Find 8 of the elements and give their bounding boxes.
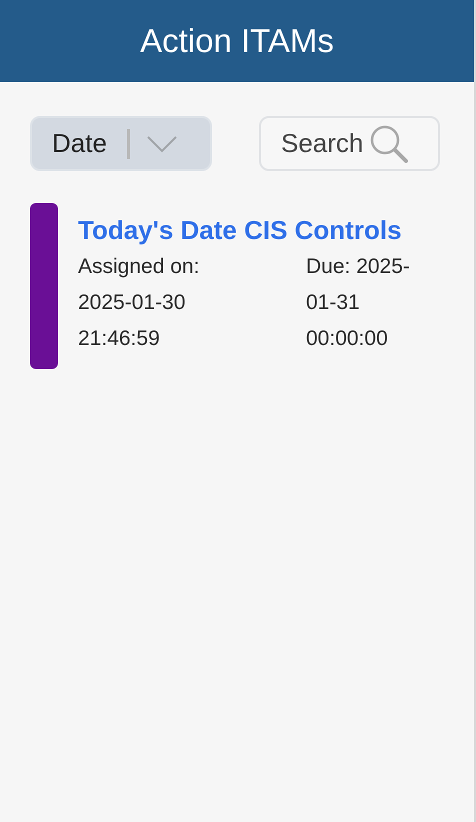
sort-dropdown[interactable]: Date bbox=[30, 116, 212, 171]
assigned-date-text: Assigned on: 2025-01-30 21:46:59 bbox=[78, 254, 200, 352]
search-icon bbox=[369, 124, 410, 164]
search-button[interactable]: Search bbox=[259, 116, 440, 171]
page-title: Action ITAMs bbox=[140, 21, 334, 62]
chevron-down-icon bbox=[146, 134, 178, 152]
item-title-link[interactable]: Today's Date CIS Controls bbox=[78, 215, 430, 245]
due-date-text: Due: 2025- 01-31 00:00:00 bbox=[306, 254, 411, 352]
